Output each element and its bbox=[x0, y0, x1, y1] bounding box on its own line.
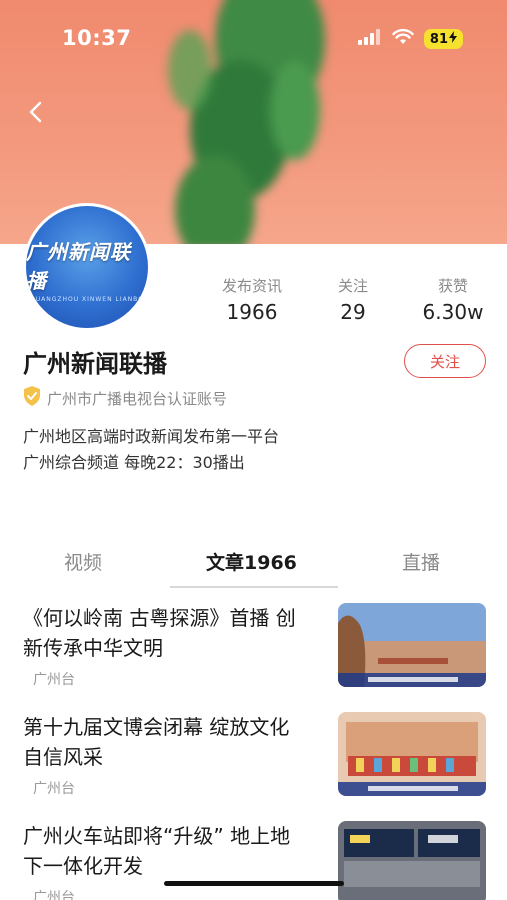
verified-shield-icon bbox=[23, 386, 41, 410]
tab-article[interactable]: 文章1966 bbox=[206, 548, 297, 575]
verification-text: 广州市广播电视台认证账号 bbox=[47, 389, 228, 408]
tab-live[interactable]: 直播 bbox=[402, 548, 440, 575]
charging-bolt-icon bbox=[449, 31, 457, 47]
article-title-line: 自信风采 bbox=[23, 745, 103, 769]
account-name: 广州新闻联播 bbox=[23, 350, 167, 378]
verification-row: 广州市广播电视台认证账号 bbox=[23, 386, 227, 410]
cellular-signal-icon bbox=[357, 29, 382, 49]
profile-stats: 发布资讯 1966 关注 29 获赞 6.30w bbox=[0, 275, 507, 325]
tab-video[interactable]: 视频 bbox=[64, 548, 102, 575]
home-indicator[interactable] bbox=[164, 881, 344, 886]
article-title-line: 《何以岭南 古粤探源》首播 创 bbox=[23, 606, 296, 630]
follow-button[interactable]: 关注 bbox=[404, 344, 486, 378]
content-tabs: 视频 文章1966 直播 bbox=[0, 540, 507, 588]
list-item[interactable]: 第十九届文博会闭幕 绽放文化 自信风采 广州台 bbox=[0, 712, 507, 820]
status-time: 10:37 bbox=[62, 26, 132, 50]
article-title: 第十九届文博会闭幕 绽放文化 自信风采 bbox=[23, 712, 323, 772]
bio-line: 广州综合频道 每晚22：30播出 bbox=[23, 453, 245, 472]
battery-indicator: 81 bbox=[423, 29, 463, 49]
battery-level: 81 bbox=[429, 31, 448, 47]
stat-posts[interactable]: 发布资讯 1966 bbox=[210, 275, 294, 324]
stat-posts-label: 发布资讯 bbox=[221, 277, 282, 295]
article-thumbnail[interactable] bbox=[338, 603, 486, 687]
article-title: 《何以岭南 古粤探源》首播 创 新传承中华文明 bbox=[23, 603, 323, 663]
stat-likes-label: 获赞 bbox=[437, 277, 468, 295]
stat-likes-value: 6.30w bbox=[422, 300, 484, 324]
article-title-line: 第十九届文博会闭幕 绽放文化 bbox=[23, 715, 290, 739]
article-title-line: 下一体化开发 bbox=[23, 854, 143, 878]
stat-following-label: 关注 bbox=[337, 277, 368, 295]
article-title: 广州火车站即将“升级” 地上地 下一体化开发 bbox=[23, 821, 323, 881]
status-bar: 10:37 81 bbox=[0, 0, 507, 76]
article-title-line: 新传承中华文明 bbox=[23, 636, 163, 660]
profile-bio: 广州地区高端时政新闻发布第一平台 广州综合频道 每晚22：30播出 bbox=[23, 424, 279, 476]
stat-following-value: 29 bbox=[340, 300, 366, 324]
wifi-icon bbox=[392, 28, 414, 49]
article-thumbnail[interactable] bbox=[338, 821, 486, 900]
article-source: 广州台 bbox=[33, 672, 75, 688]
status-icons: 81 bbox=[357, 28, 463, 49]
bio-line: 广州地区高端时政新闻发布第一平台 bbox=[23, 427, 280, 446]
list-item[interactable]: 广州火车站即将“升级” 地上地 下一体化开发 广州台 bbox=[0, 821, 507, 900]
article-source: 广州台 bbox=[33, 890, 75, 900]
article-title-line: 广州火车站即将“升级” 地上地 bbox=[23, 824, 291, 848]
list-item[interactable]: 《何以岭南 古粤探源》首播 创 新传承中华文明 广州台 bbox=[0, 603, 507, 711]
chevron-left-icon bbox=[28, 101, 42, 127]
stat-following[interactable]: 关注 29 bbox=[322, 275, 384, 324]
back-button[interactable] bbox=[20, 99, 50, 129]
tab-active-indicator bbox=[170, 586, 338, 588]
stat-likes[interactable]: 获赞 6.30w bbox=[408, 275, 498, 324]
stat-posts-value: 1966 bbox=[226, 300, 278, 324]
article-source: 广州台 bbox=[33, 781, 75, 797]
article-thumbnail[interactable] bbox=[338, 712, 486, 796]
